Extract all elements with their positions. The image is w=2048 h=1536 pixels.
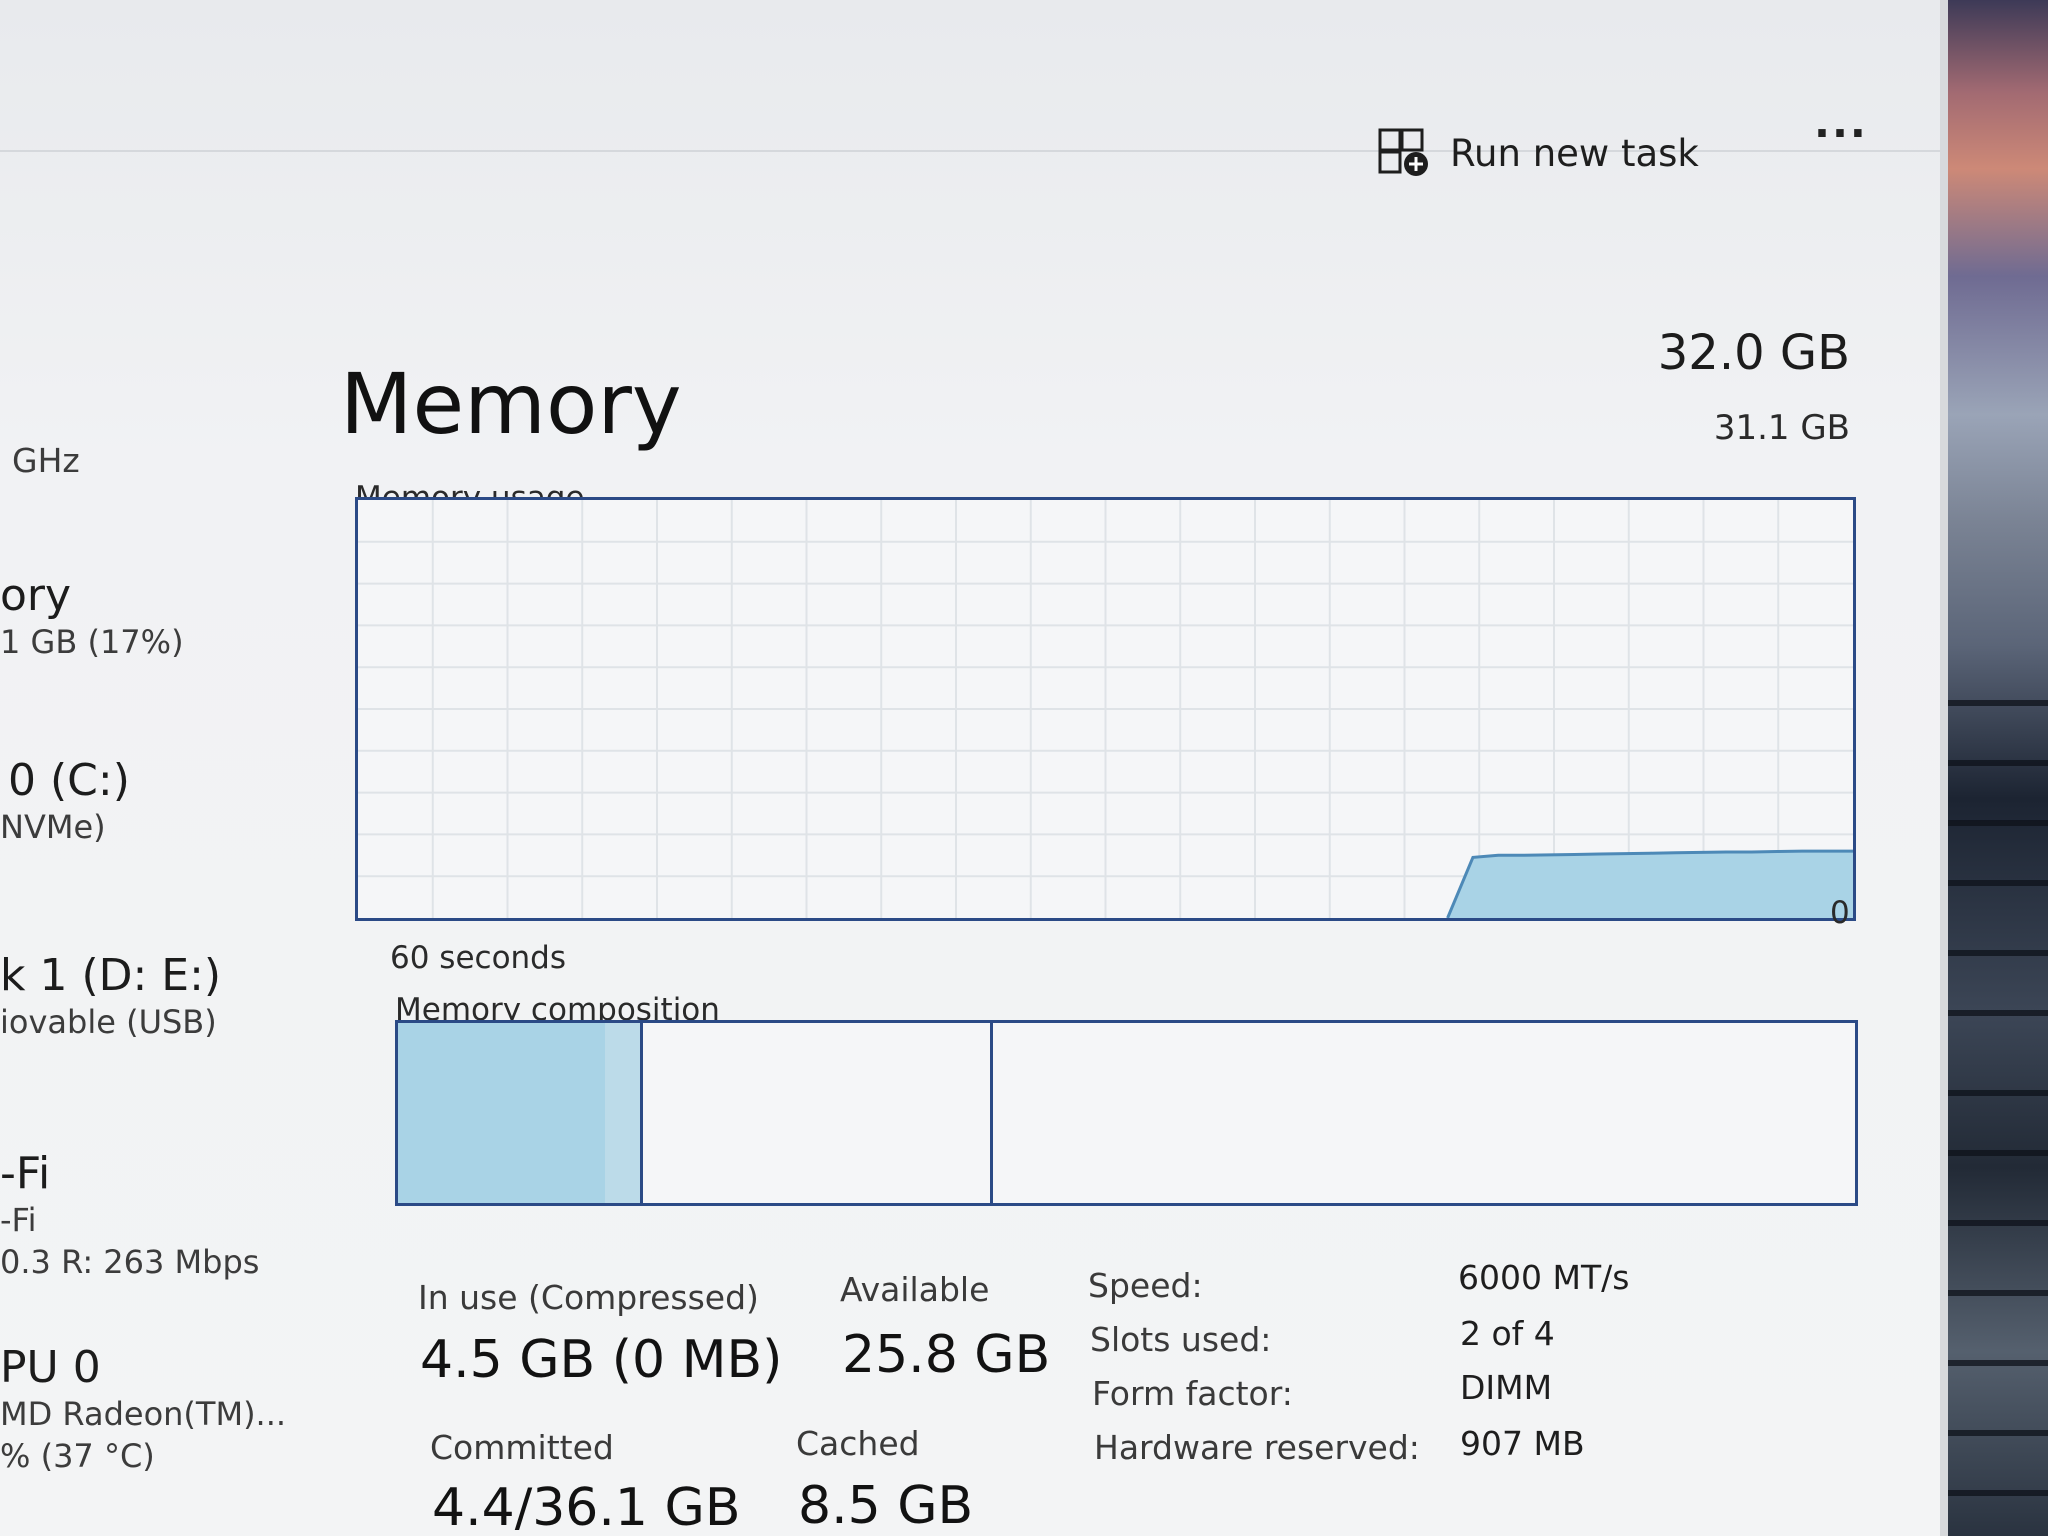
- usage-graph-max-label: 31.1 GB: [1713, 408, 1850, 448]
- wallpaper-stripe: [1948, 820, 2048, 826]
- sidebar-item-sub: MD Radeon(TM)...: [0, 1395, 287, 1433]
- sidebar-item-title: k 1 (D: E:): [0, 950, 222, 1001]
- in-use-label: In use (Compressed): [418, 1278, 759, 1317]
- cached-value: 8.5 GB: [798, 1476, 974, 1536]
- sidebar-item-title: PU 0: [0, 1342, 101, 1393]
- sidebar-item-cpu[interactable]: GHz: [0, 430, 320, 482]
- sidebar-item-sub: % (37 °C): [0, 1437, 155, 1475]
- available-label: Available: [840, 1270, 990, 1309]
- speed-label: Speed:: [1088, 1266, 1203, 1305]
- wallpaper-stripe: [1948, 1430, 2048, 1436]
- usage-graph-min-label: 0: [1830, 895, 1850, 931]
- wallpaper-stripe: [1948, 700, 2048, 706]
- wallpaper-stripe: [1948, 1490, 2048, 1496]
- memory-usage-graph: [355, 497, 1856, 921]
- cached-label: Cached: [796, 1424, 920, 1463]
- available-value: 25.8 GB: [842, 1325, 1051, 1385]
- wallpaper-stripe: [1948, 760, 2048, 766]
- wallpaper-stripe: [1948, 880, 2048, 886]
- sidebar-item-wifi[interactable]: -Fi -Fi 0.3 R: 263 Mbps: [0, 1148, 320, 1283]
- sidebar-item-disk-0[interactable]: 0 (C:) NVMe): [0, 755, 320, 848]
- form-factor-value: DIMM: [1460, 1368, 1553, 1407]
- speed-value: 6000 MT/s: [1458, 1258, 1630, 1297]
- wallpaper-stripe: [1948, 950, 2048, 956]
- sidebar-item-title: 0 (C:): [8, 755, 130, 806]
- composition-segment-modified: [604, 1023, 643, 1203]
- sidebar-item-title: ory: [0, 570, 72, 621]
- sidebar-item-memory[interactable]: ory 1 GB (17%): [0, 570, 320, 663]
- sidebar-item-sub: NVMe): [0, 808, 106, 846]
- sidebar-item-sub: iovable (USB): [0, 1003, 217, 1041]
- wallpaper-stripe: [1948, 1090, 2048, 1096]
- wallpaper-stripe: [1948, 1150, 2048, 1156]
- wallpaper-stripe: [1948, 1290, 2048, 1296]
- sidebar-item-disk-1[interactable]: k 1 (D: E:) iovable (USB): [0, 950, 320, 1043]
- desktop-wallpaper: [1948, 0, 2048, 1536]
- page-title: Memory: [340, 355, 682, 453]
- monitor-bezel: [1940, 0, 1948, 1536]
- memory-usage-area: [1447, 851, 1853, 918]
- hardware-reserved-value: 907 MB: [1460, 1424, 1585, 1463]
- run-new-task-icon: [1378, 128, 1428, 176]
- in-use-value: 4.5 GB (0 MB): [420, 1330, 783, 1390]
- sidebar-item-gpu-0[interactable]: PU 0 MD Radeon(TM)... % (37 °C): [0, 1342, 320, 1477]
- composition-segment-free: [990, 1023, 1855, 1203]
- hardware-reserved-label: Hardware reserved:: [1094, 1428, 1420, 1467]
- composition-segment-standby: [640, 1023, 993, 1203]
- composition-segment-in-use: [398, 1023, 608, 1203]
- task-manager-window: Run new task ... GHz ory 1 GB (17%) 0 (C…: [0, 0, 1940, 1536]
- wallpaper-stripe: [1948, 1220, 2048, 1226]
- sidebar-item-title: -Fi: [0, 1148, 51, 1199]
- sidebar-item-sub: 1 GB (17%): [0, 623, 184, 661]
- wallpaper-stripe: [1948, 1010, 2048, 1016]
- slots-used-value: 2 of 4: [1460, 1314, 1555, 1353]
- run-new-task-label: Run new task: [1450, 131, 1699, 175]
- more-options-button[interactable]: ...: [1814, 98, 1868, 147]
- memory-usage-plot: [358, 500, 1853, 918]
- sidebar-item-sub: -Fi: [0, 1201, 37, 1239]
- committed-label: Committed: [430, 1428, 614, 1467]
- committed-value: 4.4/36.1 GB: [432, 1478, 741, 1536]
- total-memory: 32.0 GB: [1657, 325, 1850, 381]
- wallpaper-stripe: [1948, 1360, 2048, 1366]
- sidebar-item-sub: 0.3 R: 263 Mbps: [0, 1243, 260, 1281]
- memory-composition-bar: [395, 1020, 1858, 1206]
- form-factor-label: Form factor:: [1092, 1374, 1293, 1413]
- slots-used-label: Slots used:: [1090, 1320, 1272, 1359]
- usage-graph-time-label: 60 seconds: [390, 940, 567, 976]
- sidebar-item-sub: GHz: [12, 441, 80, 480]
- run-new-task-button[interactable]: Run new task: [1378, 128, 1699, 178]
